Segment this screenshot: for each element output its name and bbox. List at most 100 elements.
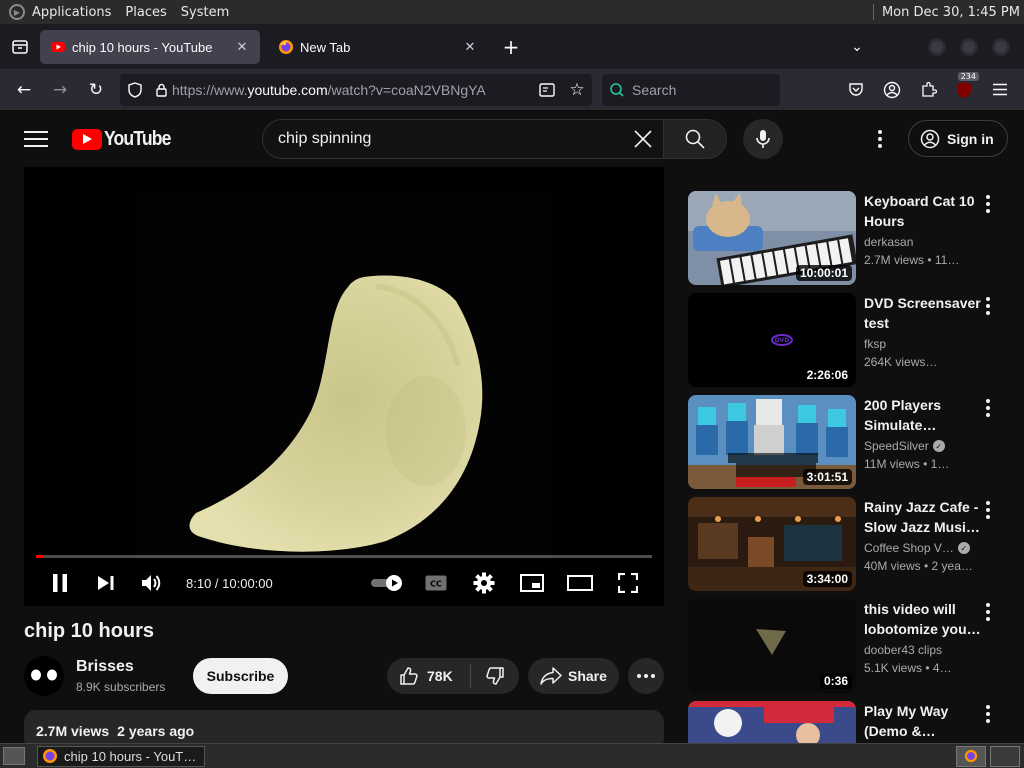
pause-button[interactable] [36, 565, 84, 601]
video-frame[interactable] [136, 191, 552, 561]
url-bar[interactable]: https://www.youtube.com/watch?v=coaN2VBN… [120, 73, 592, 106]
action-menu-icon[interactable] [984, 399, 992, 417]
related-title[interactable]: this video will lobotomize you… [864, 599, 982, 639]
action-menu-icon[interactable] [984, 501, 992, 519]
youtube-logo[interactable]: YouTube [72, 128, 180, 151]
distro-logo-icon[interactable]: ▶ [9, 4, 25, 20]
tab-close-icon[interactable]: ✕ [462, 39, 478, 55]
more-actions-button[interactable] [628, 658, 664, 694]
minimize-button[interactable] [928, 38, 946, 56]
workspace-1[interactable] [956, 745, 986, 767]
related-meta: 40M views • 2 yea… [864, 559, 973, 573]
video-player[interactable]: 8:10 / 10:00:00 CC [24, 167, 664, 606]
hamburger-menu-icon[interactable] [982, 74, 1018, 106]
related-channel[interactable]: SpeedSilver ✓ [864, 439, 982, 453]
channel-avatar[interactable] [24, 656, 64, 696]
ublock-origin-icon[interactable]: 234 [946, 71, 982, 106]
related-video-item[interactable]: DVD 2:26:06 DVD Screensaver test fksp 26… [688, 293, 1014, 387]
related-channel[interactable]: fksp [864, 337, 982, 351]
search-button[interactable] [664, 119, 727, 159]
mute-button[interactable] [128, 565, 176, 601]
places-menu[interactable]: Places [118, 0, 173, 25]
share-button[interactable]: Share [528, 658, 619, 694]
panel-clock[interactable]: Mon Dec 30, 1:45 PM [882, 5, 1024, 20]
system-menu[interactable]: System [174, 0, 236, 25]
voice-search-button[interactable] [743, 119, 783, 159]
related-video-item[interactable]: 10:00:01 Keyboard Cat 10 Hours derkasan … [688, 191, 1014, 285]
tab-youtube[interactable]: chip 10 hours - YouTube ✕ [40, 30, 260, 64]
tab-new-tab[interactable]: New Tab ✕ [268, 30, 488, 64]
progress-bar[interactable] [36, 555, 652, 558]
next-button[interactable] [84, 565, 128, 601]
shield-icon[interactable] [120, 81, 150, 98]
video-thumbnail[interactable] [688, 701, 856, 743]
action-menu-icon[interactable] [984, 705, 992, 723]
back-arrow-icon[interactable]: ← [6, 74, 42, 106]
autoplay-toggle-icon [371, 575, 402, 591]
action-menu-icon[interactable] [984, 297, 992, 315]
video-thumbnail[interactable]: 3:34:00 [688, 497, 856, 591]
workspace-2[interactable] [990, 745, 1020, 767]
search-bar[interactable]: Search [602, 73, 780, 106]
guide-menu-icon[interactable] [24, 131, 48, 147]
lock-icon[interactable] [150, 83, 172, 97]
dislike-button[interactable] [471, 666, 519, 686]
show-desktop-button[interactable] [3, 747, 25, 765]
new-tab-plus-icon[interactable]: + [496, 32, 526, 62]
settings-more-icon[interactable] [868, 127, 892, 151]
related-title[interactable]: Play My Way (Demo &… [864, 701, 982, 741]
channel-name[interactable]: Brisses [76, 658, 134, 676]
related-video-item[interactable]: 3:01:51 200 Players Simulate… SpeedSilve… [688, 395, 1014, 489]
action-menu-icon[interactable] [984, 603, 992, 621]
youtube-favicon-icon [50, 39, 66, 55]
related-video-item[interactable]: Play My Way (Demo &… [688, 701, 1014, 743]
firefox-view-button[interactable] [0, 25, 40, 69]
tab-close-icon[interactable]: ✕ [234, 39, 250, 55]
close-window-button[interactable] [992, 38, 1010, 56]
fullscreen-button[interactable] [604, 565, 652, 601]
verified-check-icon: ✓ [932, 440, 945, 452]
related-video-item[interactable]: 0:36 this video will lobotomize you… doo… [688, 599, 1014, 693]
account-icon[interactable] [874, 74, 910, 106]
like-button[interactable]: 78K [387, 664, 471, 688]
url-text[interactable]: https://www.youtube.com/watch?v=coaN2VBN… [172, 82, 532, 98]
pause-icon [53, 574, 67, 592]
url-path: /watch?v=coaN2VBNgYA [327, 81, 486, 98]
reader-view-icon[interactable] [532, 82, 562, 97]
pocket-icon[interactable] [838, 74, 874, 106]
maximize-button[interactable] [960, 38, 978, 56]
related-title[interactable]: 200 Players Simulate… [864, 395, 982, 435]
subscribe-button[interactable]: Subscribe [193, 658, 288, 694]
related-title[interactable]: Keyboard Cat 10 Hours [864, 191, 982, 231]
verified-check-icon: ✓ [957, 542, 970, 554]
youtube-play-logo-icon [72, 128, 102, 150]
related-channel[interactable]: derkasan [864, 235, 982, 249]
action-menu-icon[interactable] [984, 195, 992, 213]
reload-icon[interactable]: ↻ [78, 74, 114, 106]
video-thumbnail[interactable]: DVD 2:26:06 [688, 293, 856, 387]
gnome-top-panel: ▶ Applications Places System Mon Dec 30,… [0, 0, 1024, 25]
extensions-puzzle-icon[interactable] [910, 74, 946, 106]
video-thumbnail[interactable]: 10:00:01 [688, 191, 856, 285]
list-all-tabs-chevron-icon[interactable]: ⌄ [842, 39, 872, 55]
taskbar-window-button[interactable]: chip 10 hours - YouT… [37, 745, 205, 767]
bookmark-star-icon[interactable]: ☆ [562, 80, 592, 100]
settings-button[interactable] [460, 565, 508, 601]
clear-search-icon[interactable] [623, 130, 663, 148]
subtitles-button[interactable]: CC [412, 565, 460, 601]
related-channel[interactable]: Coffee Shop V… ✓ [864, 541, 982, 555]
autoplay-toggle[interactable] [364, 565, 412, 601]
sign-in-button[interactable]: Sign in [908, 120, 1008, 157]
applications-menu[interactable]: Applications [25, 0, 118, 25]
miniplayer-button[interactable] [508, 565, 556, 601]
youtube-search-input[interactable]: chip spinning [262, 119, 664, 159]
video-thumbnail[interactable]: 0:36 [688, 599, 856, 693]
related-title[interactable]: Rainy Jazz Cafe - Slow Jazz Musi… [864, 497, 982, 537]
video-thumbnail[interactable]: 3:01:51 [688, 395, 856, 489]
related-video-item[interactable]: 3:34:00 Rainy Jazz Cafe - Slow Jazz Musi… [688, 497, 1014, 591]
related-channel[interactable]: doober43 clips [864, 643, 982, 657]
potato-chip-image [189, 275, 483, 552]
related-title[interactable]: DVD Screensaver test [864, 293, 982, 333]
forward-arrow-icon[interactable]: → [42, 74, 78, 106]
theater-mode-button[interactable] [556, 565, 604, 601]
